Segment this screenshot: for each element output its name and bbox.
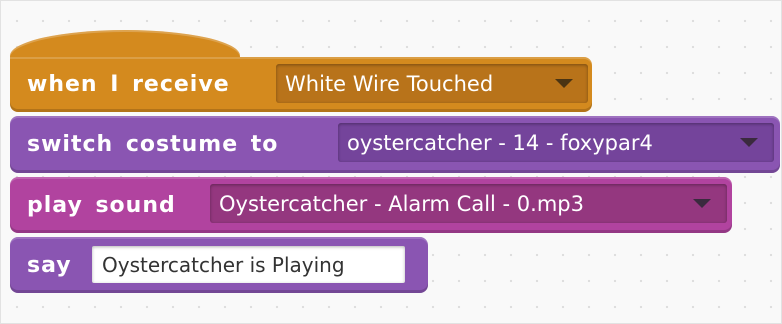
say-text-input[interactable]: Oystercatcher is Playing (92, 246, 405, 283)
say-block[interactable]: say Oystercatcher is Playing (10, 237, 428, 293)
dropdown-arrow-icon[interactable] (740, 138, 758, 147)
say-label: say (27, 252, 72, 278)
switch-costume-block[interactable]: switch costume to oystercatcher - 14 - f… (10, 116, 780, 173)
costume-dropdown-value: oystercatcher - 14 - foxypar4 (347, 130, 653, 155)
sound-dropdown-value: Oystercatcher - Alarm Call - 0.mp3 (219, 191, 584, 216)
message-dropdown[interactable]: White Wire Touched (276, 64, 588, 103)
sound-dropdown[interactable]: Oystercatcher - Alarm Call - 0.mp3 (210, 184, 727, 223)
script-area[interactable]: when I receive White Wire Touched switch… (0, 0, 782, 324)
costume-dropdown[interactable]: oystercatcher - 14 - foxypar4 (338, 123, 774, 162)
when-i-receive-label: when I receive (27, 72, 230, 97)
play-sound-block[interactable]: play sound Oystercatcher - Alarm Call - … (10, 177, 732, 233)
dropdown-arrow-icon[interactable] (693, 199, 711, 208)
switch-costume-label: switch costume to (27, 132, 279, 157)
play-sound-label: play sound (27, 192, 176, 218)
message-dropdown-value: White Wire Touched (285, 71, 494, 96)
dropdown-arrow-icon[interactable] (555, 79, 573, 88)
when-i-receive-block[interactable]: when I receive White Wire Touched (10, 57, 592, 112)
